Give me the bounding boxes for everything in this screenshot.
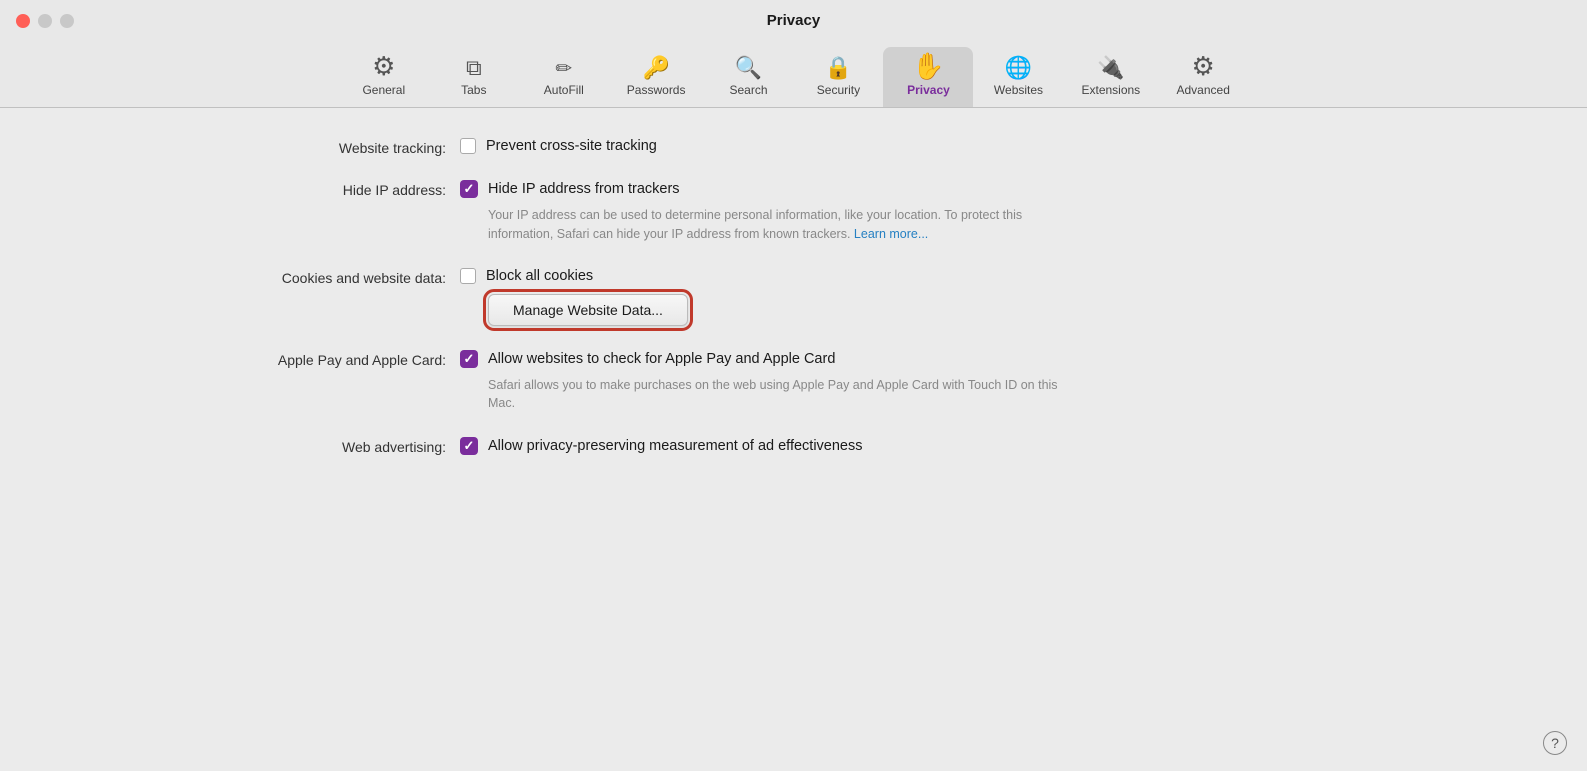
advanced-icon: ⚙: [1192, 53, 1215, 79]
tab-autofill-label: AutoFill: [544, 83, 584, 97]
learn-more-link[interactable]: Learn more...: [854, 227, 928, 241]
general-icon: ⚙: [372, 53, 395, 79]
close-button[interactable]: [16, 14, 30, 28]
autofill-icon: ✏: [555, 59, 572, 79]
tabs-icon: ⧉: [466, 57, 482, 79]
extensions-icon: 🔌: [1097, 57, 1124, 79]
web-advertising-row: Web advertising: ✓ Allow privacy-preserv…: [60, 437, 1527, 455]
tab-tabs[interactable]: ⧉ Tabs: [429, 51, 519, 107]
website-tracking-checkbox[interactable]: [460, 138, 476, 154]
tab-search-label: Search: [729, 83, 767, 97]
help-button[interactable]: ?: [1543, 731, 1567, 755]
tab-security-label: Security: [817, 83, 860, 97]
tab-security[interactable]: 🔒 Security: [793, 51, 883, 107]
maximize-button[interactable]: [60, 14, 74, 28]
apple-pay-description: Safari allows you to make purchases on t…: [488, 376, 1068, 414]
manage-btn-wrapper: Manage Website Data...: [488, 294, 688, 326]
settings-section: Website tracking: Prevent cross-site tra…: [60, 138, 1527, 455]
tab-extensions[interactable]: 🔌 Extensions: [1063, 51, 1158, 107]
website-tracking-text: Prevent cross-site tracking: [486, 138, 657, 154]
websites-icon: 🌐: [1005, 57, 1032, 79]
passwords-icon: 🔑: [642, 57, 669, 79]
security-icon: 🔒: [825, 57, 852, 79]
tab-websites[interactable]: 🌐 Websites: [973, 51, 1063, 107]
tab-passwords[interactable]: 🔑 Passwords: [609, 51, 704, 107]
tab-tabs-label: Tabs: [461, 83, 486, 97]
tab-autofill[interactable]: ✏ AutoFill: [519, 53, 609, 107]
tab-general-label: General: [362, 83, 405, 97]
tab-search[interactable]: 🔍 Search: [703, 51, 793, 107]
hide-ip-control: ✓ Hide IP address from trackers Your IP …: [460, 180, 1068, 244]
window-controls: [16, 14, 74, 28]
tab-privacy[interactable]: ✋ Privacy: [883, 47, 973, 107]
tab-privacy-label: Privacy: [907, 83, 950, 97]
tab-websites-label: Websites: [994, 83, 1043, 97]
cookies-inline: Block all cookies: [460, 268, 688, 284]
privacy-icon: ✋: [912, 53, 944, 79]
manage-website-data-button[interactable]: Manage Website Data...: [488, 294, 688, 326]
apple-pay-inline: ✓ Allow websites to check for Apple Pay …: [460, 350, 1068, 368]
web-advertising-control: ✓ Allow privacy-preserving measurement o…: [460, 437, 863, 455]
title-bar: Privacy: [0, 0, 1587, 39]
web-advertising-label: Web advertising:: [60, 437, 460, 455]
web-advertising-inline: ✓ Allow privacy-preserving measurement o…: [460, 437, 863, 455]
block-cookies-text: Block all cookies: [486, 268, 593, 284]
minimize-button[interactable]: [38, 14, 52, 28]
toolbar: ⚙ General ⧉ Tabs ✏ AutoFill 🔑 Passwords …: [0, 39, 1587, 108]
hide-ip-row: Hide IP address: ✓ Hide IP address from …: [60, 180, 1527, 244]
website-tracking-label: Website tracking:: [60, 138, 460, 156]
cookies-control: Block all cookies Manage Website Data...: [460, 268, 688, 326]
website-tracking-control: Prevent cross-site tracking: [460, 138, 657, 154]
web-advertising-checkbox[interactable]: ✓: [460, 437, 478, 455]
tab-advanced-label: Advanced: [1177, 83, 1230, 97]
hide-ip-label: Hide IP address:: [60, 180, 460, 198]
apple-pay-control: ✓ Allow websites to check for Apple Pay …: [460, 350, 1068, 414]
content-area: Website tracking: Prevent cross-site tra…: [0, 108, 1587, 771]
tab-extensions-label: Extensions: [1081, 83, 1140, 97]
hide-ip-checkbox[interactable]: ✓: [460, 180, 478, 198]
web-advertising-text: Allow privacy-preserving measurement of …: [488, 438, 863, 454]
apple-pay-checkbox[interactable]: ✓: [460, 350, 478, 368]
hide-ip-text: Hide IP address from trackers: [488, 181, 680, 197]
cookies-label: Cookies and website data:: [60, 268, 460, 286]
search-icon: 🔍: [735, 57, 762, 79]
block-cookies-checkbox[interactable]: [460, 268, 476, 284]
window-title: Privacy: [767, 12, 820, 39]
tab-general[interactable]: ⚙ General: [339, 47, 429, 107]
hide-ip-inline: ✓ Hide IP address from trackers: [460, 180, 1068, 198]
apple-pay-label: Apple Pay and Apple Card:: [60, 350, 460, 368]
apple-pay-text: Allow websites to check for Apple Pay an…: [488, 351, 835, 367]
website-tracking-inline: Prevent cross-site tracking: [460, 138, 657, 154]
website-tracking-row: Website tracking: Prevent cross-site tra…: [60, 138, 1527, 156]
hide-ip-description: Your IP address can be used to determine…: [488, 206, 1068, 244]
tab-passwords-label: Passwords: [627, 83, 686, 97]
tab-advanced[interactable]: ⚙ Advanced: [1158, 47, 1248, 107]
apple-pay-row: Apple Pay and Apple Card: ✓ Allow websit…: [60, 350, 1527, 414]
cookies-row: Cookies and website data: Block all cook…: [60, 268, 1527, 326]
